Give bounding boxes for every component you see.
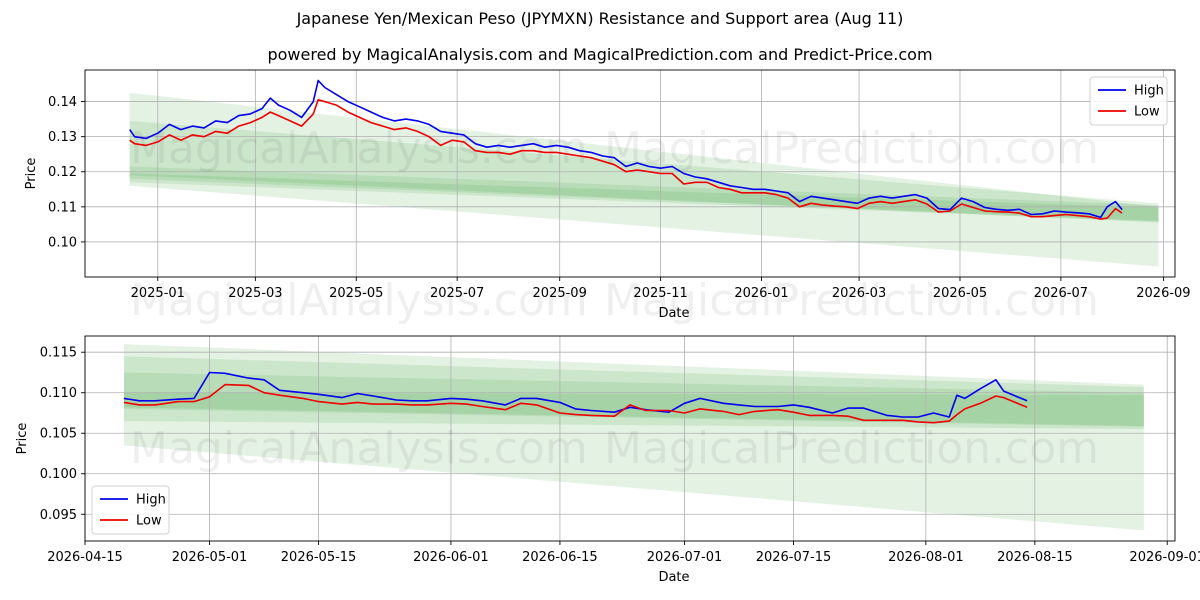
y-tick-label: 0.105: [40, 427, 77, 442]
legend-label-low: Low: [136, 514, 162, 529]
x-tick-label: 2026-07-01: [647, 550, 723, 565]
y-axis-label: Price: [24, 158, 39, 190]
legend: High Low: [1089, 76, 1168, 126]
panel-2: MagicalAnalysis.com MagicalPrediction.com…: [15, 335, 1200, 585]
chart-canvas: MagicalAnalysis.com MagicalPrediction.com…: [15, 69, 1200, 585]
x-tick-label: 2026-07-15: [756, 550, 832, 565]
watermark-prediction: MagicalPrediction.com: [604, 423, 1099, 474]
y-tick-label: 0.100: [40, 467, 77, 482]
legend: High Low: [91, 485, 170, 535]
x-tick-label: 2026-06-15: [522, 550, 598, 565]
legend-label-low: Low: [1134, 105, 1160, 120]
y-tick-label: 0.13: [48, 130, 77, 145]
watermark-analysis: MagicalAnalysis.com: [130, 275, 588, 326]
legend-label-high: High: [1134, 84, 1164, 99]
watermark-analysis: MagicalAnalysis.com: [130, 123, 588, 174]
x-tick-label: 2026-05-15: [281, 550, 357, 565]
y-tick-label: 0.12: [48, 165, 77, 180]
legend-label-high: High: [136, 493, 166, 508]
y-tick-label: 0.10: [48, 235, 77, 250]
y-tick-label: 0.115: [40, 346, 77, 361]
x-axis-label: Date: [658, 570, 689, 585]
x-tick-label: 2026-08-01: [888, 550, 964, 565]
x-tick-label: 2026-05-01: [172, 550, 248, 565]
watermark-analysis: MagicalAnalysis.com: [130, 423, 588, 474]
x-tick-label: 2026-09: [1136, 286, 1190, 301]
y-tick-label: 0.110: [40, 386, 77, 401]
y-tick-label: 0.14: [48, 95, 77, 110]
x-tick-label: 2026-06-01: [413, 550, 489, 565]
x-tick-label: 2026-08-15: [997, 550, 1073, 565]
y-tick-label: 0.095: [40, 508, 77, 523]
y-axis-label: Price: [15, 423, 30, 455]
x-tick-label: 2026-09-01: [1129, 550, 1200, 565]
watermark-prediction: MagicalPrediction.com: [604, 275, 1099, 326]
x-tick-label: 2026-04-15: [47, 550, 123, 565]
watermark-prediction: MagicalPrediction.com: [604, 123, 1099, 174]
y-tick-label: 0.11: [48, 200, 77, 215]
